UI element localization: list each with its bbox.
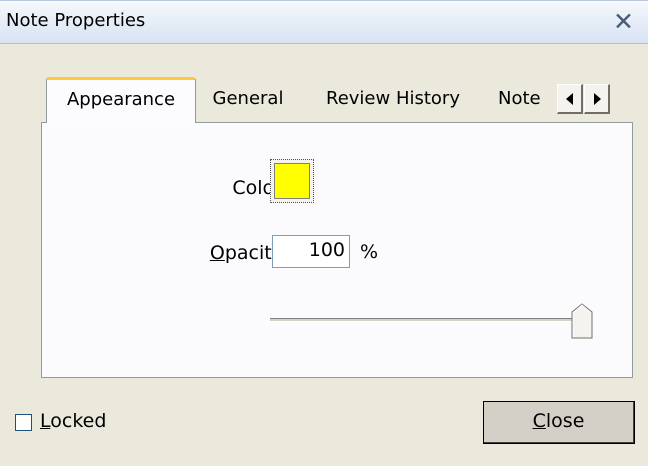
tab-scroll-right-button[interactable]: [584, 84, 610, 114]
tab-general[interactable]: General: [201, 79, 295, 119]
color-swatch: [274, 163, 310, 199]
tab-review-history[interactable]: Review History: [308, 79, 478, 119]
opacity-input[interactable]: 100: [272, 235, 350, 268]
close-button[interactable]: Close: [483, 401, 635, 444]
tab-note[interactable]: Note: [498, 79, 558, 119]
opacity-slider-track[interactable]: [270, 318, 582, 322]
opacity-unit: %: [360, 241, 379, 263]
opacity-slider-thumb[interactable]: [571, 303, 593, 339]
tab-appearance[interactable]: Appearance: [46, 77, 196, 123]
locked-checkbox[interactable]: [15, 414, 32, 431]
locked-label[interactable]: Locked: [40, 410, 106, 432]
arrow-right-icon: [593, 92, 601, 105]
window-title: Note Properties: [6, 10, 146, 31]
arrow-left-icon: [565, 92, 573, 105]
close-icon[interactable]: ✕: [613, 7, 634, 37]
tab-scroll-left-button[interactable]: [557, 84, 583, 114]
appearance-panel: Color: Opacity: 100 %: [41, 122, 633, 378]
title-bar[interactable]: Note Properties ✕: [0, 0, 648, 44]
note-properties-dialog: Note Properties ✕ Appearance General Rev…: [0, 0, 648, 466]
color-picker-button[interactable]: [270, 159, 314, 203]
opacity-label: Opacity:: [209, 242, 288, 264]
